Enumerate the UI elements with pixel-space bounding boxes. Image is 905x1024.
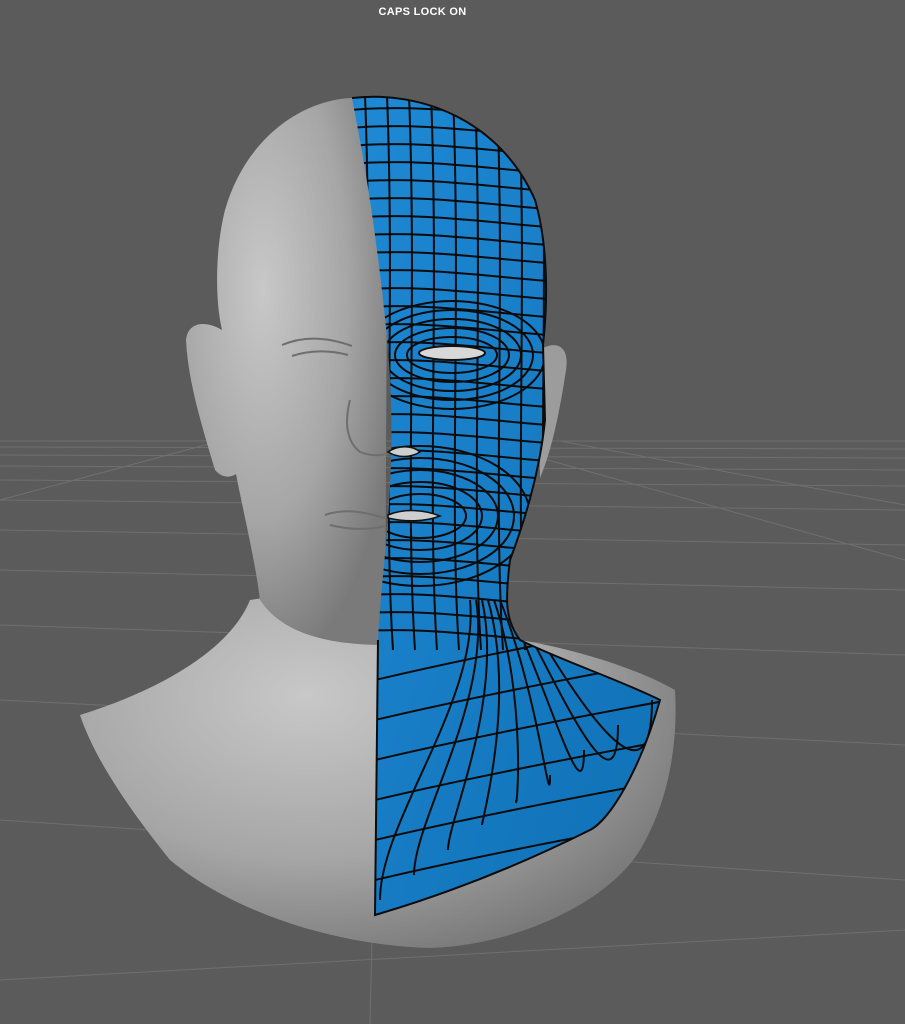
eye-opening	[418, 345, 486, 361]
caps-lock-status: CAPS LOCK ON	[378, 6, 467, 18]
3d-viewport[interactable]: CAPS LOCK ON	[0, 0, 905, 1024]
head-sculpt[interactable]	[186, 98, 388, 645]
viewport-canvas[interactable]	[0, 0, 905, 1024]
